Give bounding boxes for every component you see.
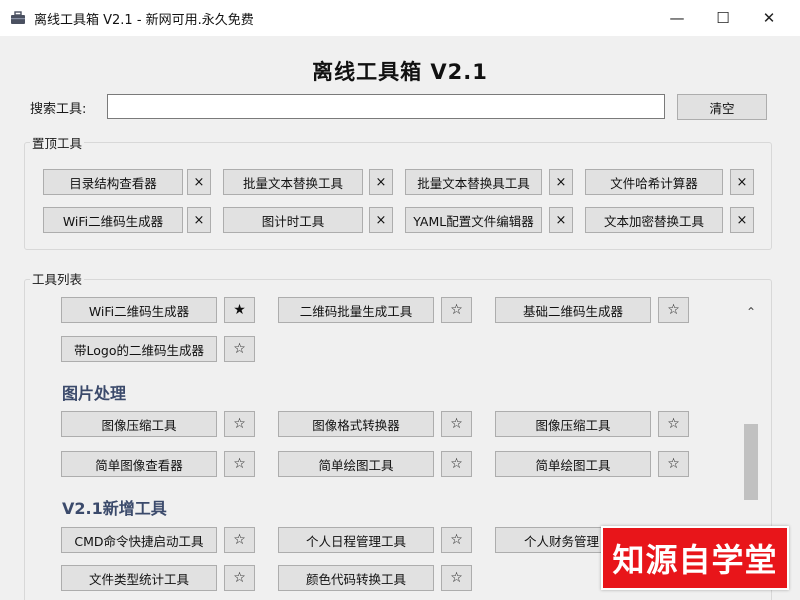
- tool-button[interactable]: CMD命令快捷启动工具: [61, 527, 217, 553]
- star-empty-icon[interactable]: ☆: [224, 527, 255, 553]
- watermark-logo: 知源自学堂: [601, 526, 789, 590]
- tool-button[interactable]: 文件类型统计工具: [61, 565, 217, 591]
- star-empty-icon[interactable]: ☆: [441, 565, 472, 591]
- app-window: 离线工具箱 V2.1 - 新网可用.永久免费 — ☐ ✕ 离线工具箱 V2.1 …: [0, 0, 800, 600]
- unpin-button[interactable]: ×: [187, 207, 211, 233]
- unpin-button[interactable]: ×: [187, 169, 211, 195]
- tool-button[interactable]: 图像压缩工具: [61, 411, 217, 437]
- pinned-tool-button[interactable]: 文件哈希计算器: [585, 169, 723, 195]
- pinned-tool-button[interactable]: WiFi二维码生成器: [43, 207, 183, 233]
- tool-button[interactable]: 带Logo的二维码生成器: [61, 336, 217, 362]
- tool-button[interactable]: 基础二维码生成器: [495, 297, 651, 323]
- tool-button[interactable]: 颜色代码转换工具: [278, 565, 434, 591]
- pinned-tool-button[interactable]: 批量文本替换工具: [223, 169, 363, 195]
- tool-button[interactable]: WiFi二维码生成器: [61, 297, 217, 323]
- section-heading-new-tools: V2.1新增工具: [62, 499, 167, 518]
- clear-button[interactable]: 清空: [677, 94, 767, 120]
- scroll-up-icon[interactable]: ⌃: [742, 303, 760, 321]
- unpin-button[interactable]: ×: [549, 169, 573, 195]
- tool-button[interactable]: 简单绘图工具: [278, 451, 434, 477]
- section-heading-image: 图片处理: [62, 384, 127, 403]
- star-empty-icon[interactable]: ☆: [224, 411, 255, 437]
- star-empty-icon[interactable]: ☆: [658, 297, 689, 323]
- tool-button[interactable]: 简单绘图工具: [495, 451, 651, 477]
- minimize-button[interactable]: —: [654, 0, 700, 36]
- tool-button[interactable]: 图像格式转换器: [278, 411, 434, 437]
- tool-button[interactable]: 图像压缩工具: [495, 411, 651, 437]
- close-button[interactable]: ✕: [746, 0, 792, 36]
- star-empty-icon[interactable]: ☆: [224, 451, 255, 477]
- star-filled-icon[interactable]: ★: [224, 297, 255, 323]
- pinned-tool-button[interactable]: 文本加密替换工具: [585, 207, 723, 233]
- star-empty-icon[interactable]: ☆: [441, 411, 472, 437]
- unpin-button[interactable]: ×: [730, 207, 754, 233]
- tool-list-title: 工具列表: [30, 269, 85, 288]
- star-empty-icon[interactable]: ☆: [224, 336, 255, 362]
- pinned-tools-group: [24, 142, 772, 250]
- search-input[interactable]: [107, 94, 665, 119]
- tool-button[interactable]: 个人日程管理工具: [278, 527, 434, 553]
- tool-button[interactable]: 二维码批量生成工具: [278, 297, 434, 323]
- star-empty-icon[interactable]: ☆: [441, 297, 472, 323]
- pinned-tool-button[interactable]: 批量文本替换具工具: [405, 169, 542, 195]
- page-title: 离线工具箱 V2.1: [312, 60, 488, 84]
- pinned-tool-button[interactable]: YAML配置文件编辑器: [405, 207, 542, 233]
- window-title: 离线工具箱 V2.1 - 新网可用.永久免费: [34, 13, 254, 28]
- star-empty-icon[interactable]: ☆: [441, 451, 472, 477]
- star-empty-icon[interactable]: ☆: [441, 527, 472, 553]
- unpin-button[interactable]: ×: [549, 207, 573, 233]
- pinned-tool-button[interactable]: 图计时工具: [223, 207, 363, 233]
- toolbox-icon: [11, 11, 25, 24]
- maximize-button[interactable]: ☐: [700, 0, 746, 36]
- unpin-button[interactable]: ×: [369, 169, 393, 195]
- scrollbar-thumb[interactable]: [744, 424, 758, 500]
- pinned-tools-title: 置顶工具: [30, 133, 85, 152]
- star-empty-icon[interactable]: ☆: [658, 451, 689, 477]
- pinned-tool-button[interactable]: 目录结构查看器: [43, 169, 183, 195]
- unpin-button[interactable]: ×: [730, 169, 754, 195]
- tool-button[interactable]: 简单图像查看器: [61, 451, 217, 477]
- title-bar[interactable]: 离线工具箱 V2.1 - 新网可用.永久免费 — ☐ ✕: [0, 0, 800, 36]
- unpin-button[interactable]: ×: [369, 207, 393, 233]
- star-empty-icon[interactable]: ☆: [224, 565, 255, 591]
- search-label: 搜索工具:: [30, 102, 87, 117]
- star-empty-icon[interactable]: ☆: [658, 411, 689, 437]
